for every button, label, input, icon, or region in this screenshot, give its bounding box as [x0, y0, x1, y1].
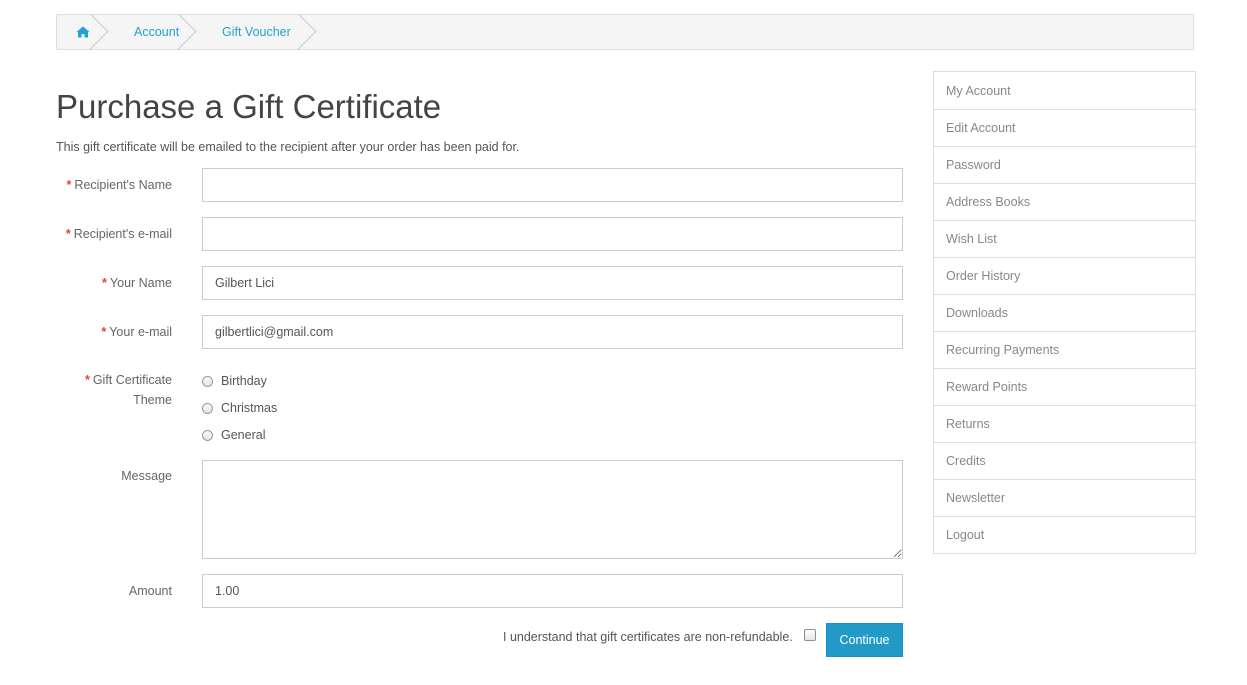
radio-button[interactable]: [202, 429, 213, 441]
sidebar-item-reward-points[interactable]: Reward Points: [934, 368, 1195, 405]
agree-checkbox[interactable]: [804, 629, 816, 641]
your-name-input[interactable]: [202, 266, 903, 300]
sidebar-item-logout[interactable]: Logout: [934, 516, 1195, 553]
your-email-label-text: Your e-mail: [109, 325, 172, 339]
sidebar-item-order-history[interactable]: Order History: [934, 257, 1195, 294]
sidebar-item-wish-list[interactable]: Wish List: [934, 220, 1195, 257]
agree-text: I understand that gift certificates are …: [503, 630, 793, 644]
amount-input[interactable]: [202, 574, 903, 608]
your-email-label: * Your e-mail: [56, 322, 172, 342]
message-textarea[interactable]: [202, 460, 903, 559]
theme-option-general[interactable]: General: [202, 425, 265, 445]
sidebar-item-my-account[interactable]: My Account: [934, 72, 1195, 109]
breadcrumb-account[interactable]: Account: [109, 15, 197, 49]
theme-option-label: Birthday: [221, 374, 267, 388]
breadcrumb-gift-voucher[interactable]: Gift Voucher: [197, 15, 317, 49]
theme-label: * Gift Certificate Theme: [56, 370, 172, 410]
sidebar-item-edit-account[interactable]: Edit Account: [934, 109, 1195, 146]
required-mark: *: [101, 325, 107, 339]
sidebar-item-recurring-payments[interactable]: Recurring Payments: [934, 331, 1195, 368]
required-mark: *: [84, 373, 90, 387]
account-sidebar: My Account Edit Account Password Address…: [933, 71, 1196, 554]
recipient-name-label-text: Recipient's Name: [74, 178, 172, 192]
theme-row: * Gift Certificate Theme Birthday Christm…: [56, 370, 903, 450]
page-title: Purchase a Gift Certificate: [56, 88, 442, 125]
required-mark: *: [65, 227, 71, 241]
recipient-email-input[interactable]: [202, 217, 903, 251]
radio-button[interactable]: [202, 375, 213, 387]
radio-button[interactable]: [202, 402, 213, 414]
recipient-name-label: * Recipient's Name: [56, 175, 172, 195]
message-label: Message: [121, 469, 172, 483]
sidebar-item-password[interactable]: Password: [934, 146, 1195, 183]
your-name-label: * Your Name: [56, 273, 172, 293]
theme-label-line2: Theme: [133, 393, 172, 407]
page-intro: This gift certificate will be emailed to…: [56, 140, 520, 154]
breadcrumb-separator: [297, 14, 319, 50]
required-mark: *: [102, 276, 107, 290]
recipient-email-label: * Recipient's e-mail: [56, 224, 172, 244]
amount-label: Amount: [128, 584, 172, 598]
your-email-input[interactable]: [202, 315, 903, 349]
breadcrumb: Account Gift Voucher: [56, 14, 1194, 50]
recipient-name-input[interactable]: [202, 168, 903, 202]
sidebar-item-downloads[interactable]: Downloads: [934, 294, 1195, 331]
breadcrumb-separator: [177, 14, 199, 50]
home-icon: [76, 26, 90, 38]
breadcrumb-account-label: Account: [134, 25, 180, 39]
required-mark: *: [66, 178, 72, 192]
breadcrumb-gift-voucher-label: Gift Voucher: [222, 25, 291, 39]
theme-option-birthday[interactable]: Birthday: [202, 371, 267, 391]
sidebar-item-address-books[interactable]: Address Books: [934, 183, 1195, 220]
sidebar-item-newsletter[interactable]: Newsletter: [934, 479, 1195, 516]
sidebar-item-returns[interactable]: Returns: [934, 405, 1195, 442]
theme-label-line1: Gift Certificate: [92, 373, 172, 387]
theme-option-christmas[interactable]: Christmas: [202, 398, 277, 418]
your-name-label-text: Your Name: [109, 276, 172, 290]
breadcrumb-home[interactable]: [57, 15, 109, 49]
recipient-email-label-text: Recipient's e-mail: [73, 227, 172, 241]
theme-option-label: Christmas: [221, 401, 278, 415]
breadcrumb-separator: [89, 14, 111, 50]
sidebar-item-credits[interactable]: Credits: [934, 442, 1195, 479]
theme-option-label: General: [221, 428, 266, 442]
continue-button[interactable]: Continue: [826, 623, 903, 657]
